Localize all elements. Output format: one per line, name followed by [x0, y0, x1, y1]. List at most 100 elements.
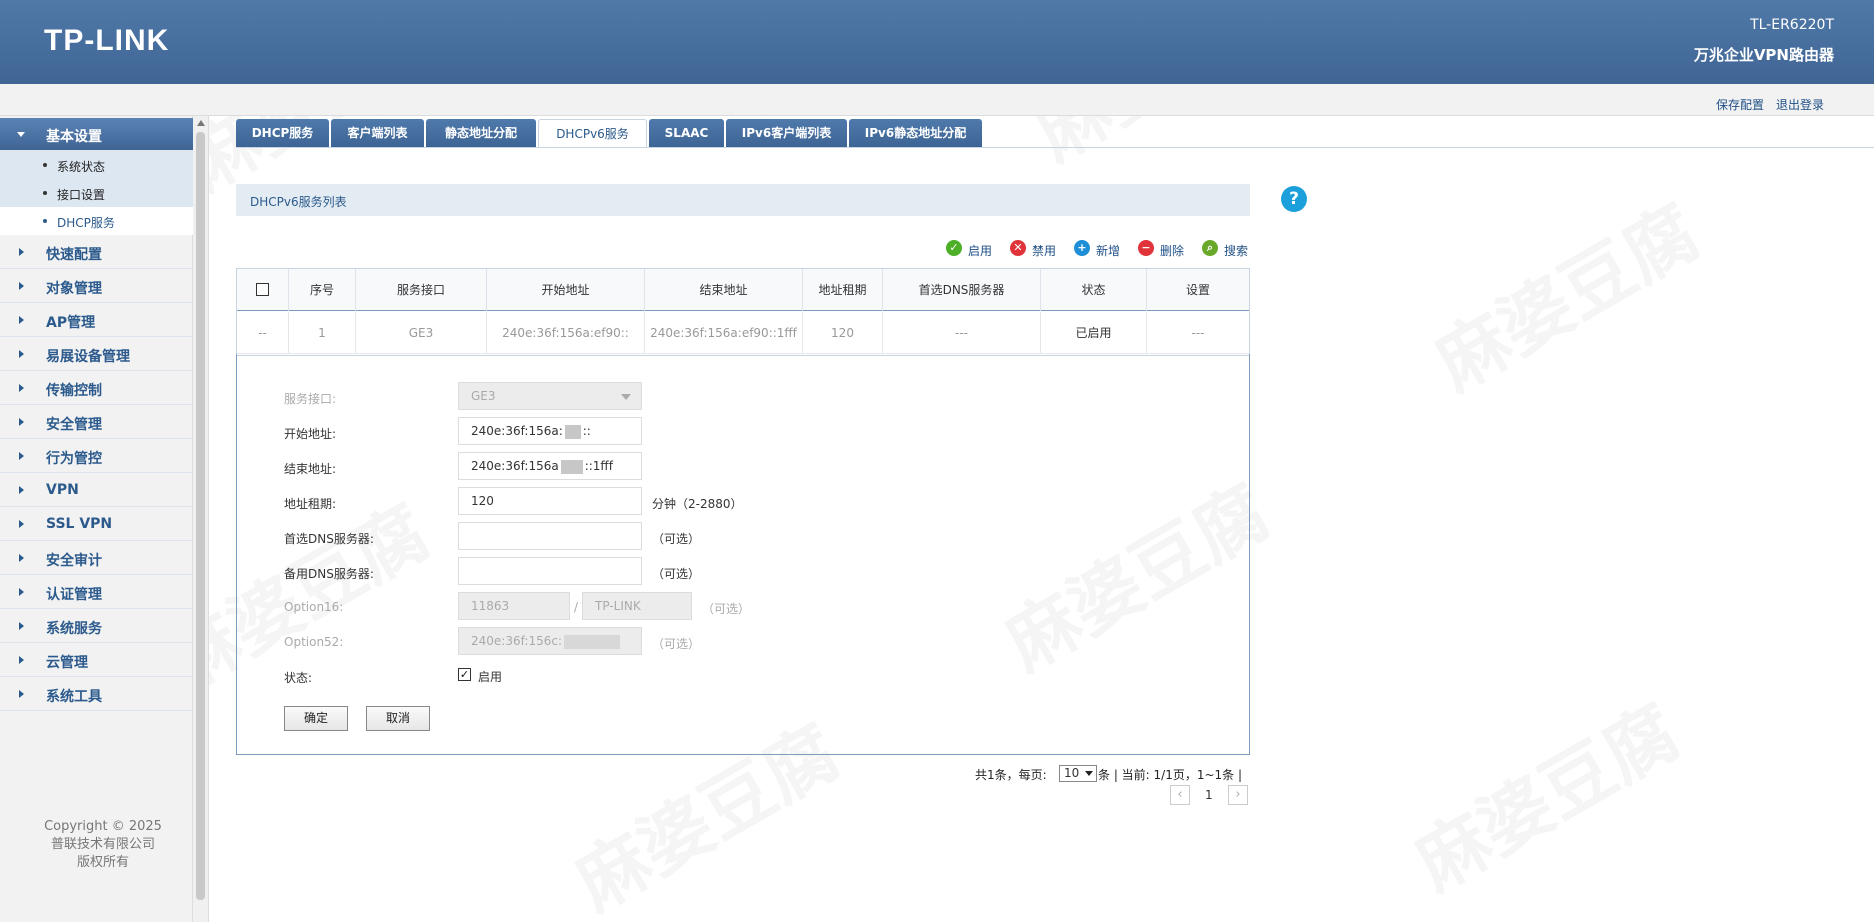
bullet-icon: [43, 219, 47, 223]
lease-input[interactable]: 120: [458, 487, 642, 515]
sidebar-group-label: 快速配置: [46, 247, 102, 263]
sidebar-scrollbar[interactable]: [193, 116, 209, 922]
table-header: 序号 服务接口 开始地址 结束地址 地址租期 首选DNS服务器 状态 设置: [237, 269, 1249, 311]
end-address-label: 结束地址:: [284, 462, 337, 476]
sidebar-group-auth-management[interactable]: 认证管理: [0, 576, 193, 609]
sidebar-group-security-management[interactable]: 安全管理: [0, 406, 193, 439]
sidebar-group-security-audit[interactable]: 安全审计: [0, 542, 193, 575]
row-settings: ---: [1191, 326, 1205, 340]
sidebar-group-behavior-control[interactable]: 行为管控: [0, 440, 193, 473]
chevron-right-icon: [19, 282, 24, 290]
enable-button[interactable]: ✓ 启用: [946, 240, 992, 258]
sidebar-item-interface-settings[interactable]: 接口设置: [0, 179, 193, 207]
scrollbar-thumb[interactable]: [196, 132, 205, 900]
start-address-suffix: ::: [582, 424, 591, 438]
sidebar-group-transfer-control[interactable]: 传输控制: [0, 372, 193, 405]
plus-circle-icon: +: [1074, 240, 1090, 256]
option52-label: Option52:: [284, 635, 344, 649]
sidebar-group-system-services[interactable]: 系统服务: [0, 610, 193, 643]
sidebar-item-dhcp-service[interactable]: DHCP服务: [0, 207, 193, 235]
table-row[interactable]: -- 1 GE3 240e:36f:156a:ef90:: 240e:36f:1…: [237, 312, 1249, 354]
option52-hint: （可选）: [652, 637, 701, 651]
enable-label: 启用: [968, 244, 993, 258]
chevron-down-icon: [17, 132, 25, 137]
redaction-mask: [564, 424, 581, 439]
option52-value: 240e:36f:156c:: [471, 634, 562, 648]
interface-value: GE3: [471, 389, 496, 403]
search-button[interactable]: ⌕ 搜索: [1202, 240, 1248, 258]
column-header: 序号: [289, 269, 356, 311]
option16-input-1[interactable]: 11863: [458, 592, 570, 620]
lease-label: 地址租期:: [284, 497, 337, 511]
sidebar-group-quick-setup[interactable]: 快速配置: [0, 236, 193, 269]
start-address-prefix: 240e:36f:156a:: [471, 424, 563, 438]
save-config-link[interactable]: 保存配置: [1716, 96, 1764, 113]
column-header: 设置: [1185, 283, 1210, 297]
dns2-input[interactable]: [458, 557, 642, 585]
chevron-right-icon: [19, 656, 24, 664]
help-icon[interactable]: ?: [1281, 186, 1307, 212]
status-checkbox[interactable]: ✓: [458, 668, 471, 681]
dns1-input[interactable]: [458, 522, 642, 550]
sidebar-group-ssl-vpn[interactable]: SSL VPN: [0, 508, 193, 541]
section-header: DHCPv6服务列表: [236, 184, 1250, 216]
chevron-down-icon: [621, 394, 631, 400]
delete-label: 删除: [1160, 244, 1185, 258]
tab-ipv6-static-address[interactable]: IPv6静态地址分配: [849, 119, 982, 147]
end-address-suffix: ::1fff: [584, 459, 613, 473]
minus-circle-icon: −: [1138, 240, 1154, 256]
sidebar-group-system-tools[interactable]: 系统工具: [0, 678, 193, 711]
sidebar-group-vpn[interactable]: VPN: [0, 474, 193, 507]
tab-ipv6-client-list[interactable]: IPv6客户端列表: [726, 119, 847, 147]
row-status: 已启用: [1041, 312, 1147, 354]
tab-dhcp-service[interactable]: DHCP服务: [236, 119, 329, 147]
prev-page-button[interactable]: ‹: [1170, 785, 1190, 805]
sidebar-group-label: 云管理: [46, 655, 88, 671]
redaction-mask: [560, 459, 583, 474]
sidebar-group-object-management[interactable]: 对象管理: [0, 270, 193, 303]
option16-label: Option16:: [284, 600, 344, 614]
option52-input[interactable]: 240e:36f:156c:: [458, 627, 642, 655]
start-address-label: 开始地址:: [284, 427, 337, 441]
select-all-checkbox[interactable]: [256, 283, 269, 296]
logout-link[interactable]: 退出登录: [1776, 96, 1824, 113]
sidebar-group-label: AP管理: [46, 315, 96, 331]
interface-select[interactable]: GE3: [458, 382, 642, 410]
next-page-button[interactable]: ›: [1228, 785, 1248, 805]
product-name: 万兆企业VPN路由器: [1693, 46, 1834, 64]
chevron-right-icon: [19, 554, 24, 562]
column-header: 结束地址: [645, 269, 803, 311]
sidebar-item-system-status[interactable]: 系统状态: [0, 151, 193, 179]
copyright-line: Copyright © 2025: [44, 819, 162, 834]
sidebar-group-ap-management[interactable]: AP管理: [0, 304, 193, 337]
tab-static-address[interactable]: 静态地址分配: [426, 119, 536, 147]
sidebar-group-label: VPN: [46, 482, 79, 498]
sidebar-group-basic-settings[interactable]: 基本设置: [0, 118, 193, 151]
disable-button[interactable]: ✕ 禁用: [1010, 240, 1056, 258]
delete-button[interactable]: − 删除: [1138, 240, 1184, 258]
sidebar-group-label: 行为管控: [46, 451, 102, 467]
sidebar-group-cloud-management[interactable]: 云管理: [0, 644, 193, 677]
confirm-button[interactable]: 确定: [284, 706, 348, 731]
option16-input-2[interactable]: TP-LINK: [582, 592, 692, 620]
tab-client-list[interactable]: 客户端列表: [331, 119, 424, 147]
sidebar: 基本设置 系统状态 接口设置 DHCP服务 快速配置 对象管理 AP管理 易展设…: [0, 116, 193, 922]
row-start-address: 240e:36f:156a:ef90::: [487, 312, 645, 354]
add-button[interactable]: + 新增: [1074, 240, 1120, 258]
end-address-input[interactable]: 240e:36f:156a::1fff: [458, 452, 642, 480]
tab-dhcpv6-service[interactable]: DHCPv6服务: [538, 119, 647, 148]
tab-slaac[interactable]: SLAAC: [649, 119, 724, 147]
chevron-down-icon: [1085, 771, 1093, 776]
sidebar-group-label: 传输控制: [46, 383, 102, 399]
sidebar-group-easy-device[interactable]: 易展设备管理: [0, 338, 193, 371]
start-address-input[interactable]: 240e:36f:156a:::: [458, 417, 642, 445]
page-size-select[interactable]: 10: [1059, 765, 1097, 782]
redaction-mask: [563, 634, 620, 649]
cancel-button[interactable]: 取消: [366, 706, 430, 731]
header-select-cell: [237, 269, 289, 311]
sidebar-item-label: 接口设置: [57, 188, 106, 202]
edit-form: 服务接口: GE3 开始地址: 240e:36f:156a::: 结束地址: 2…: [236, 354, 1250, 755]
row-lease: 120: [803, 312, 883, 354]
current-page[interactable]: 1: [1205, 788, 1213, 802]
scroll-up-icon[interactable]: [197, 120, 205, 126]
